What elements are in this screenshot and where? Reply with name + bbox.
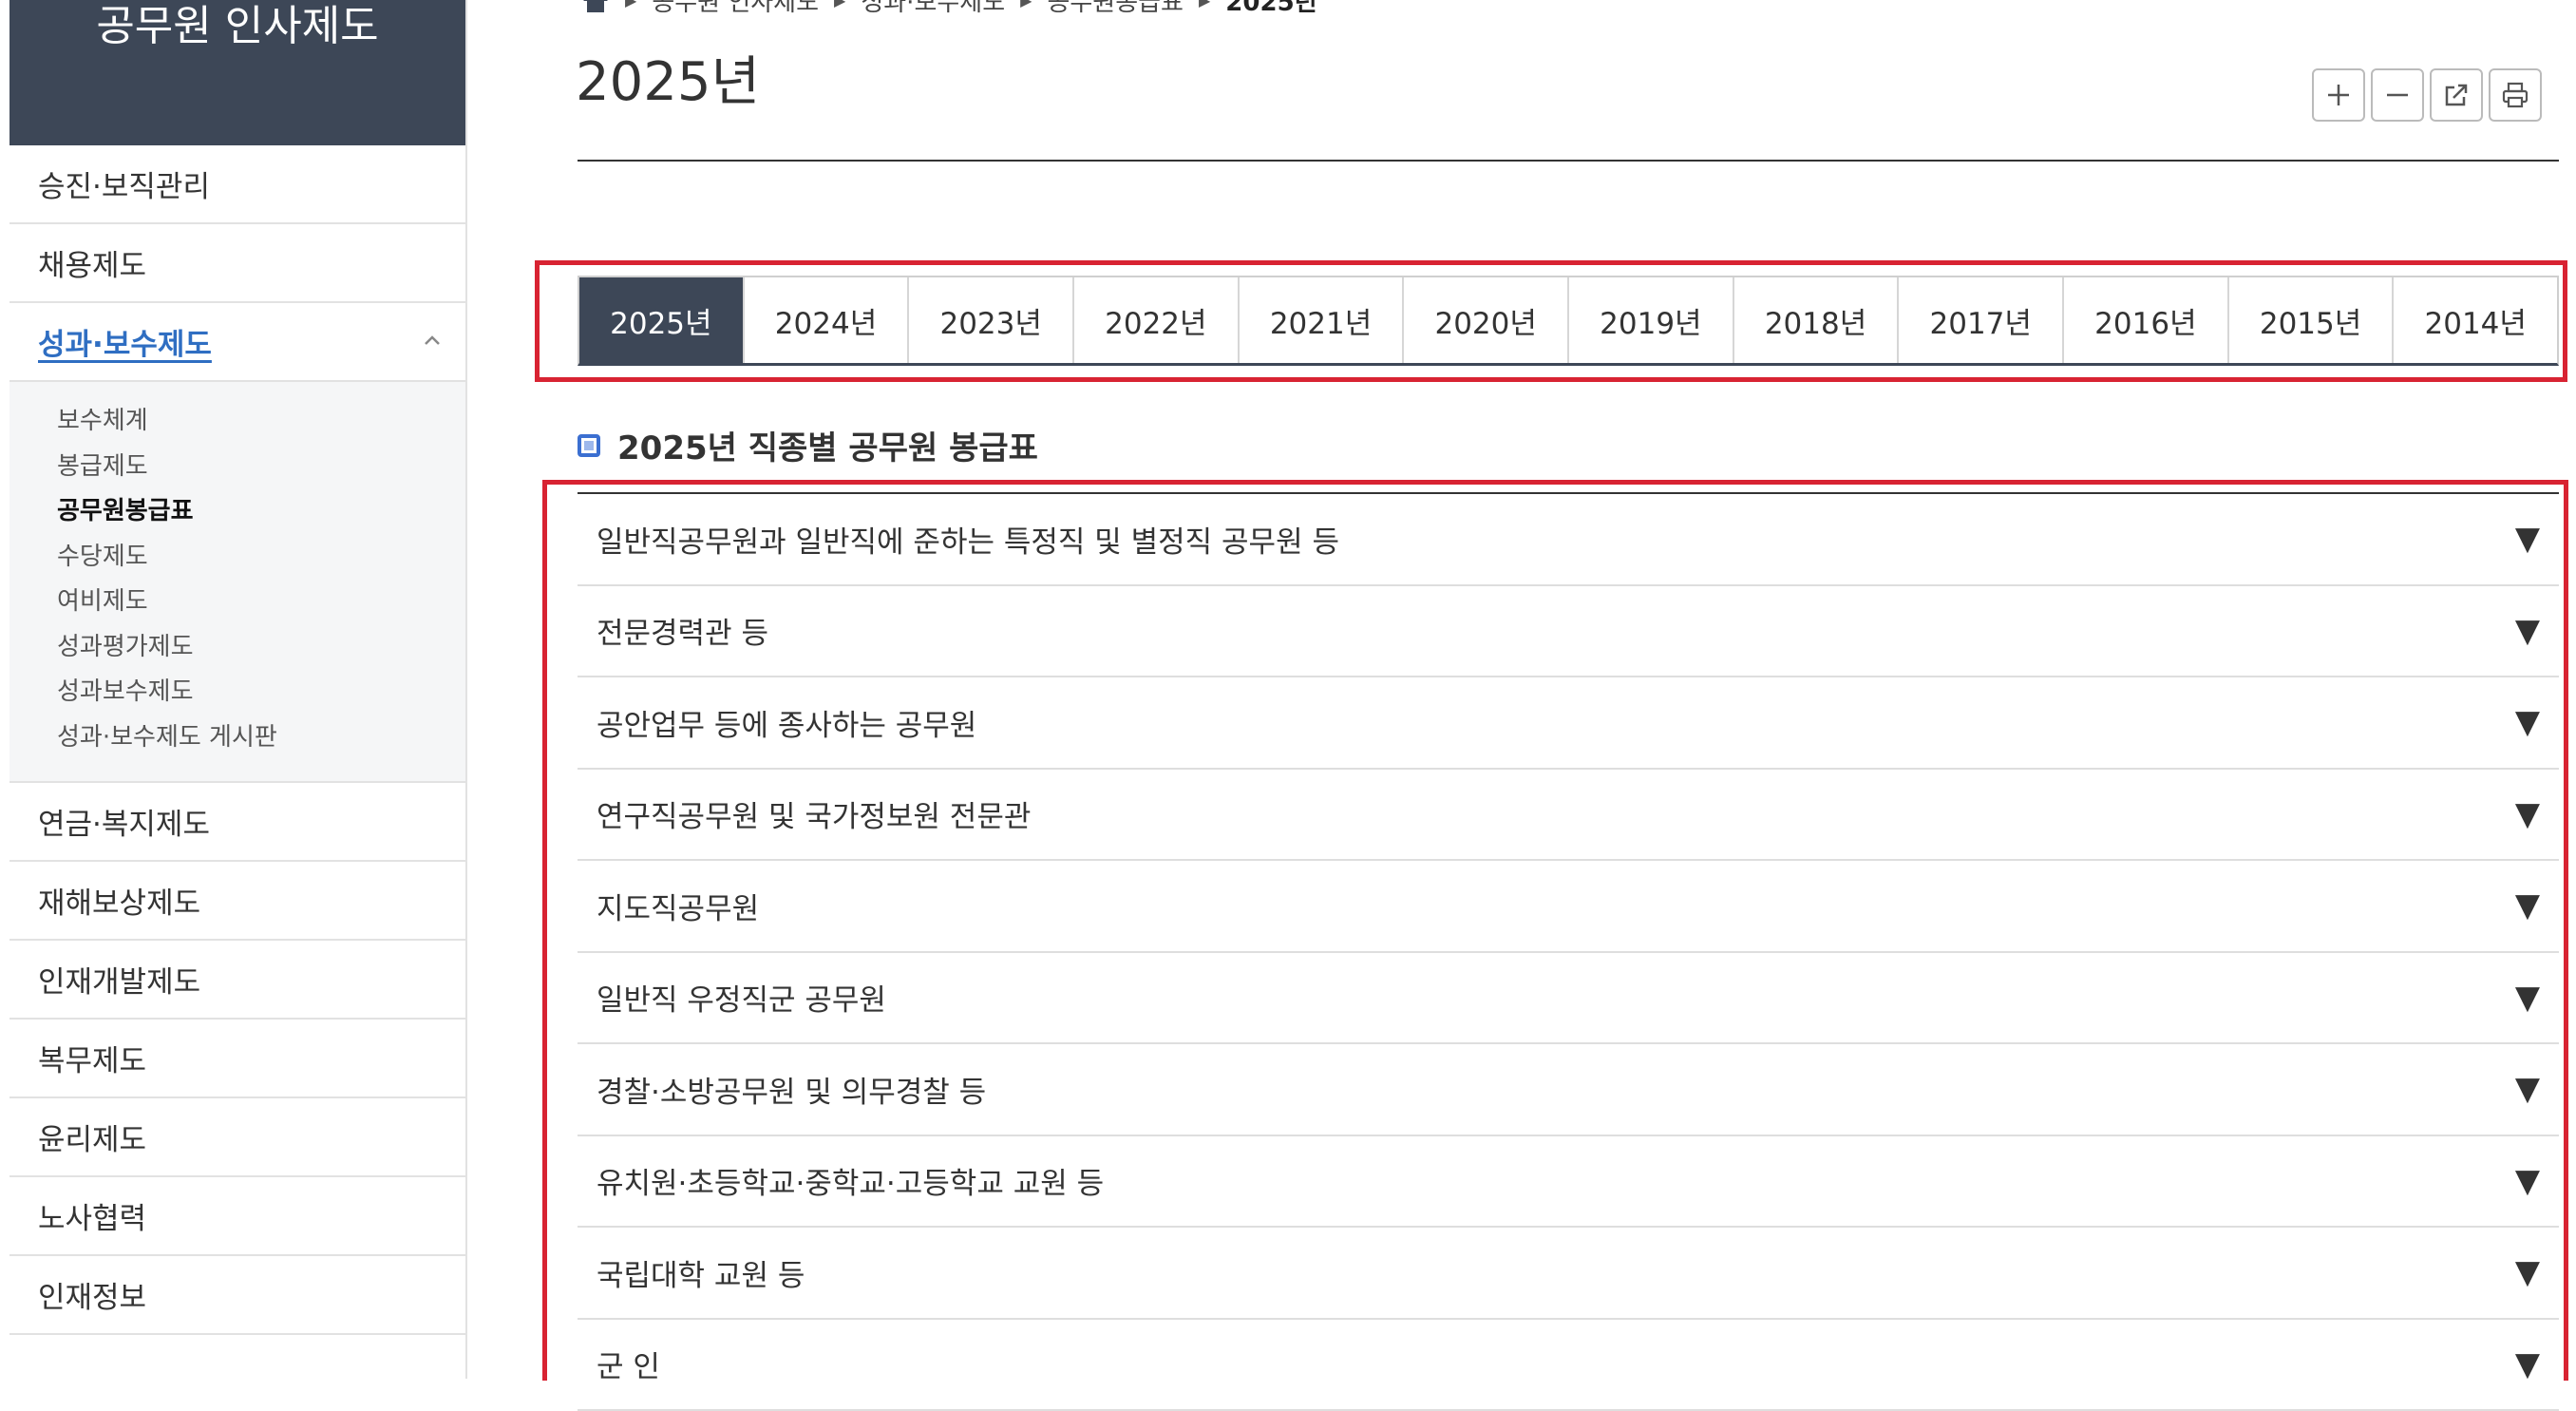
tab-2020[interactable]: 2020년 <box>1404 277 1569 363</box>
triangle-down-icon[interactable]: ▼ <box>2515 520 2540 558</box>
salary-accordion: 일반직공무원과 일반직에 준하는 특정직 및 별정직 공무원 등 ▼ 전문경력관 … <box>578 492 2559 1411</box>
sidebar-item-accident-compensation[interactable]: 재해보상제도 <box>9 862 465 941</box>
submenu-item-board[interactable]: 성과·보수제도 게시판 <box>57 715 465 761</box>
sidebar-item-talent-development[interactable]: 인재개발제도 <box>9 941 465 1020</box>
submenu-item-performance-evaluation[interactable]: 성과평가제도 <box>57 625 465 671</box>
tab-2018[interactable]: 2018년 <box>1734 277 1900 363</box>
accordion-item[interactable]: 연구직공무원 및 국가정보원 전문관 ▼ <box>578 770 2559 862</box>
accordion-item-label: 일반직 우정직군 공무원 <box>597 976 886 1019</box>
accordion-item[interactable]: 경찰·소방공무원 및 의무경찰 등 ▼ <box>578 1044 2559 1136</box>
submenu-item-performance-pay[interactable]: 성과보수제도 <box>57 670 465 715</box>
submenu-item-pay-system[interactable]: 보수체계 <box>57 399 465 445</box>
sidebar-title: 공무원 인사제도 <box>9 0 465 145</box>
triangle-down-icon[interactable]: ▼ <box>2515 1162 2540 1200</box>
accordion-item-label: 군 인 <box>597 1343 660 1385</box>
breadcrumb-current: 2025년 <box>1225 0 1316 18</box>
sidebar-item-service[interactable]: 복무제도 <box>9 1020 465 1098</box>
breadcrumb-item[interactable]: 성과·보수제도 <box>861 0 1005 18</box>
tab-2025[interactable]: 2025년 <box>579 277 745 363</box>
tab-2014[interactable]: 2014년 <box>2394 277 2557 363</box>
sidebar: 공무원 인사제도 승진·보직관리 채용제도 성과·보수제도 보수체계 봉급제도 … <box>9 0 467 1379</box>
sidebar-item-promotion[interactable]: 승진·보직관리 <box>9 145 465 224</box>
zoom-in-button[interactable] <box>2312 68 2365 122</box>
triangle-down-icon[interactable]: ▼ <box>2515 887 2540 925</box>
triangle-down-icon[interactable]: ▼ <box>2515 703 2540 741</box>
year-tabs: 2025년 2024년 2023년 2022년 2021년 2020년 2019… <box>578 276 2559 366</box>
accordion-item[interactable]: 지도직공무원 ▼ <box>578 861 2559 953</box>
breadcrumb-item[interactable]: 공무원 인사제도 <box>652 0 819 18</box>
sidebar-item-performance-pay[interactable]: 성과·보수제도 <box>9 303 465 382</box>
tab-2024[interactable]: 2024년 <box>745 277 910 363</box>
accordion-item-label: 지도직공무원 <box>597 885 759 927</box>
breadcrumb: ▶ 공무원 인사제도 ▶ 성과·보수제도 ▶ 공무원봉급표 ▶ 2025년 <box>581 0 1317 18</box>
page-title: 2025년 <box>576 49 760 116</box>
tab-2021[interactable]: 2021년 <box>1240 277 1405 363</box>
triangle-down-icon[interactable]: ▼ <box>2515 1345 2540 1383</box>
breadcrumb-arrow-icon: ▶ <box>834 0 845 10</box>
section-heading: 2025년 직종별 공무원 봉급표 <box>578 422 1038 468</box>
accordion-item-label: 국립대학 교원 등 <box>597 1251 805 1294</box>
sidebar-item-label: 성과·보수제도 <box>38 320 212 363</box>
share-button[interactable] <box>2430 68 2483 122</box>
submenu-item-salary-table[interactable]: 공무원봉급표 <box>57 489 465 535</box>
accordion-item[interactable]: 일반직 우정직군 공무원 ▼ <box>578 953 2559 1045</box>
triangle-down-icon[interactable]: ▼ <box>2515 1253 2540 1291</box>
triangle-down-icon[interactable]: ▼ <box>2515 979 2540 1017</box>
accordion-item[interactable]: 공안업무 등에 종사하는 공무원 ▼ <box>578 677 2559 770</box>
tab-2022[interactable]: 2022년 <box>1074 277 1240 363</box>
accordion-item-label: 경찰·소방공무원 및 의무경찰 등 <box>597 1068 986 1111</box>
tab-2015[interactable]: 2015년 <box>2229 277 2395 363</box>
tab-2017[interactable]: 2017년 <box>1899 277 2064 363</box>
submenu-item-travel-expense[interactable]: 여비제도 <box>57 580 465 625</box>
sidebar-item-talent-info[interactable]: 인재정보 <box>9 1256 465 1335</box>
triangle-down-icon[interactable]: ▼ <box>2515 1070 2540 1108</box>
accordion-item[interactable]: 국립대학 교원 등 ▼ <box>578 1228 2559 1320</box>
home-icon[interactable] <box>581 0 610 14</box>
zoom-out-icon <box>2382 80 2413 110</box>
accordion-item[interactable]: 유치원·초등학교·중학교·고등학교 교원 등 ▼ <box>578 1136 2559 1229</box>
sidebar-item-pension[interactable]: 연금·복지제도 <box>9 783 465 862</box>
breadcrumb-item[interactable]: 공무원봉급표 <box>1047 0 1184 18</box>
sidebar-item-ethics[interactable]: 윤리제도 <box>9 1098 465 1177</box>
accordion-item[interactable]: 일반직공무원과 일반직에 준하는 특정직 및 별정직 공무원 등 ▼ <box>578 494 2559 586</box>
page-toolbar <box>2312 68 2542 122</box>
print-icon <box>2500 80 2530 110</box>
accordion-item[interactable]: 군 인 ▼ <box>578 1320 2559 1411</box>
share-icon <box>2441 80 2472 110</box>
accordion-item-label: 공안업무 등에 종사하는 공무원 <box>597 701 976 744</box>
breadcrumb-arrow-icon: ▶ <box>625 0 636 10</box>
submenu-item-salary-system[interactable]: 봉급제도 <box>57 445 465 490</box>
tab-2023[interactable]: 2023년 <box>909 277 1074 363</box>
sidebar-item-recruitment[interactable]: 채용제도 <box>9 224 465 303</box>
submenu: 보수체계 봉급제도 공무원봉급표 수당제도 여비제도 성과평가제도 성과보수제도… <box>9 382 465 783</box>
accordion-item-label: 일반직공무원과 일반직에 준하는 특정직 및 별정직 공무원 등 <box>597 518 1339 561</box>
chevron-up-icon[interactable] <box>418 326 446 354</box>
accordion-item-label: 전문경력관 등 <box>597 609 768 652</box>
breadcrumb-arrow-icon: ▶ <box>1199 0 1210 10</box>
tab-2016[interactable]: 2016년 <box>2064 277 2229 363</box>
triangle-down-icon[interactable]: ▼ <box>2515 612 2540 650</box>
print-button[interactable] <box>2489 68 2542 122</box>
accordion-item-label: 연구직공무원 및 국가정보원 전문관 <box>597 792 1031 835</box>
section-title: 2025년 직종별 공무원 봉급표 <box>617 422 1038 468</box>
submenu-item-allowance[interactable]: 수당제도 <box>57 535 465 581</box>
square-bullet-icon <box>578 434 600 457</box>
sidebar-item-labor[interactable]: 노사협력 <box>9 1177 465 1256</box>
title-divider <box>578 160 2559 162</box>
zoom-out-button[interactable] <box>2371 68 2424 122</box>
zoom-in-icon <box>2323 80 2354 110</box>
breadcrumb-arrow-icon: ▶ <box>1020 0 1032 10</box>
accordion-item[interactable]: 전문경력관 등 ▼ <box>578 586 2559 678</box>
accordion-item-label: 유치원·초등학교·중학교·고등학교 교원 등 <box>597 1159 1104 1202</box>
triangle-down-icon[interactable]: ▼ <box>2515 795 2540 833</box>
tab-2019[interactable]: 2019년 <box>1569 277 1734 363</box>
